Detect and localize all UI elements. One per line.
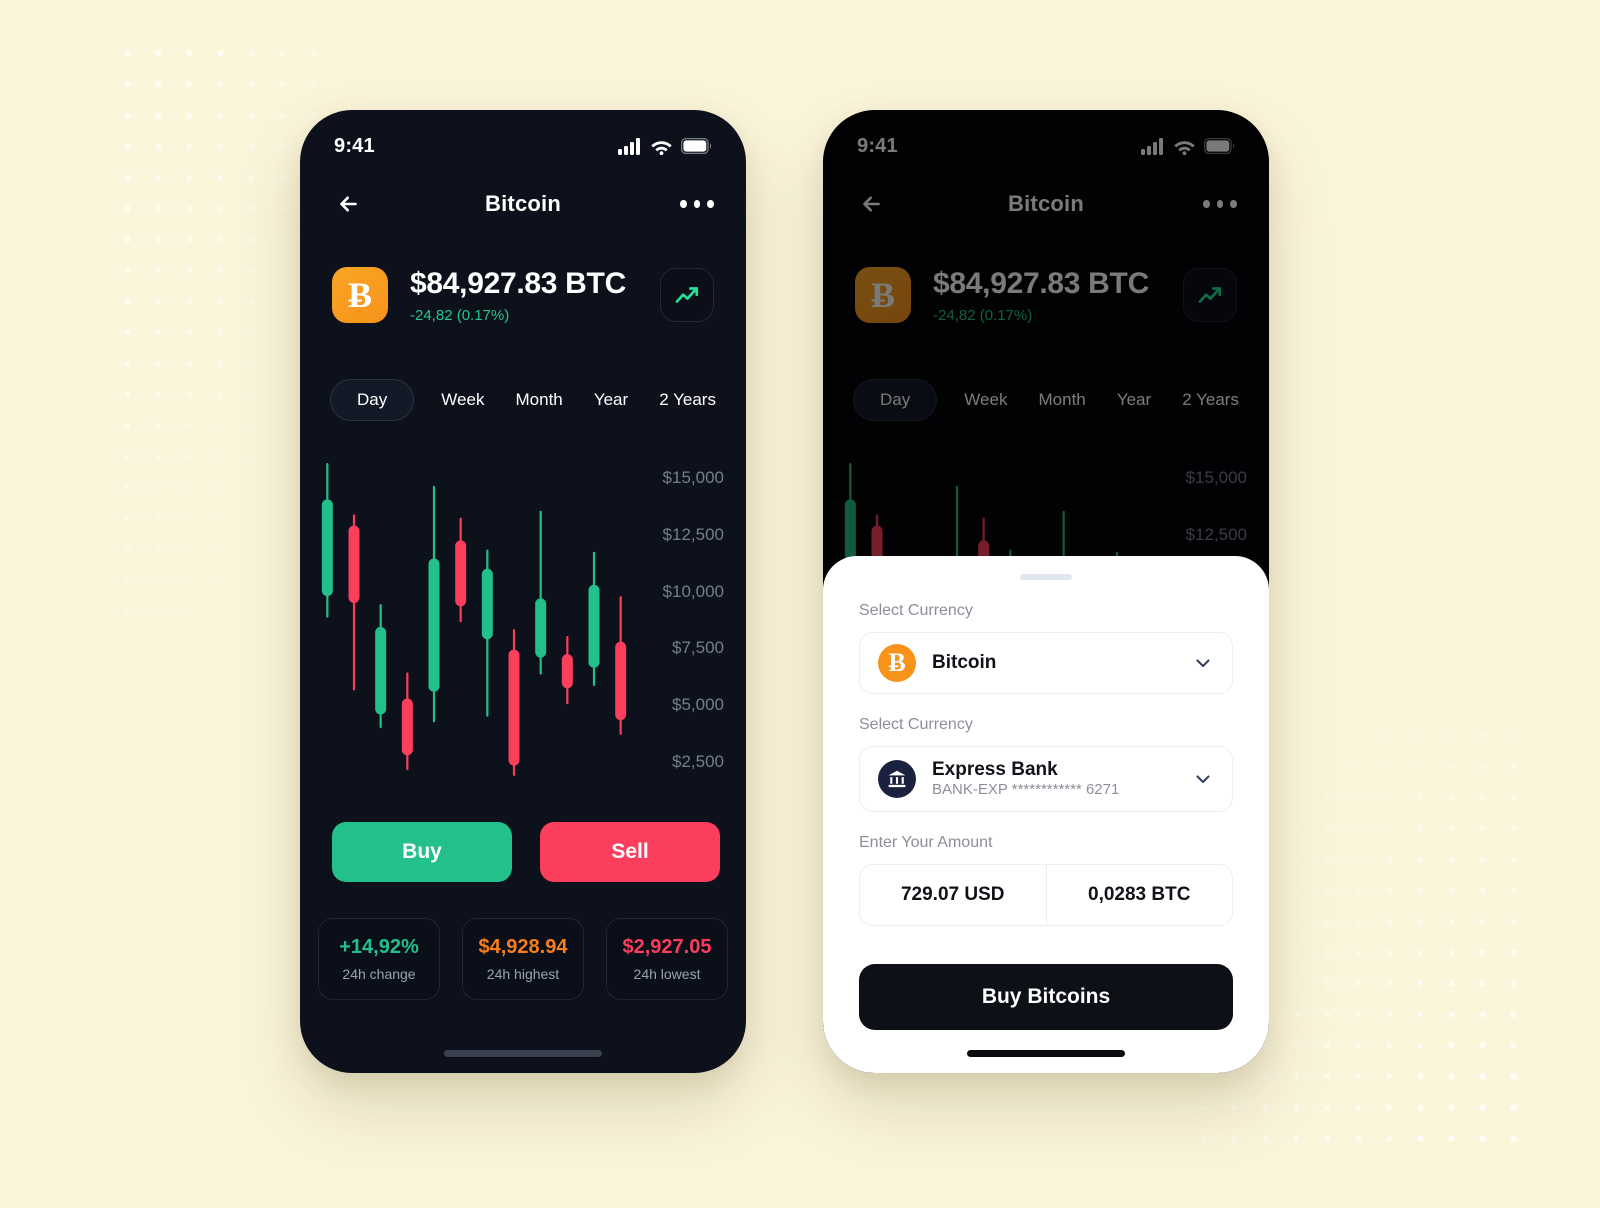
stats-cards: +14,92% 24h change $4,928.94 24h highest $2,… bbox=[318, 918, 728, 1000]
bank-field-label: Select Currency bbox=[859, 716, 973, 733]
bank-icon bbox=[878, 760, 916, 798]
trade-actions: Buy Sell bbox=[332, 822, 720, 882]
period-tab-day[interactable]: Day bbox=[330, 379, 415, 421]
status-icons bbox=[618, 137, 712, 155]
y-axis-tick: $7,500 bbox=[672, 638, 724, 658]
asset-change: -24,82 (0.17%) bbox=[410, 306, 510, 324]
asset-summary: Ƀ $84,927.83 BTC -24,82 (0.17%) bbox=[332, 255, 714, 335]
amount-usd-input[interactable]: 729.07 USD bbox=[860, 865, 1046, 925]
period-tab-year[interactable]: Year bbox=[590, 380, 632, 420]
currency-select-body: Bitcoin bbox=[932, 652, 1192, 674]
phone-buy-sheet-screen: 9:41 bbox=[823, 110, 1269, 1073]
sell-button[interactable]: Sell bbox=[540, 822, 720, 882]
chevron-down-icon bbox=[1196, 659, 1210, 668]
screen-content: 9:41 Bitcoin Ƀ $84,927.83 BTC -24,82 (0.… bbox=[300, 110, 746, 1073]
buy-bitcoins-button[interactable]: Buy Bitcoins bbox=[859, 964, 1233, 1030]
chart-y-axis-labels: $15,000 $12,500 $10,000 $7,500 $5,000 $2,500 bbox=[604, 455, 724, 785]
stat-card: +14,92% 24h change bbox=[318, 918, 440, 1000]
trending-up-button[interactable] bbox=[660, 268, 714, 322]
stat-label: 24h lowest bbox=[633, 966, 701, 982]
stat-card: $2,927.05 24h lowest bbox=[606, 918, 728, 1000]
bitcoin-icon: Ƀ bbox=[878, 644, 916, 682]
price-chart: $15,000 $12,500 $10,000 $7,500 $5,000 $2,500 bbox=[300, 455, 746, 785]
y-axis-tick: $2,500 bbox=[672, 752, 724, 772]
status-bar: 9:41 bbox=[300, 110, 746, 168]
bank-select-body: Express Bank BANK-EXP ************ 6271 bbox=[932, 759, 1192, 799]
stat-label: 24h highest bbox=[486, 966, 560, 982]
buy-bottom-sheet: Select Currency Ƀ Bitcoin Select Currenc… bbox=[823, 556, 1269, 1073]
stat-label: 24h change bbox=[342, 966, 416, 982]
period-tab-month[interactable]: Month bbox=[512, 380, 567, 420]
more-horizontal-icon[interactable] bbox=[679, 200, 714, 208]
y-axis-tick: $10,000 bbox=[662, 581, 724, 601]
buy-button[interactable]: Buy bbox=[332, 822, 512, 882]
amount-inputs: 729.07 USD 0,0283 BTC bbox=[859, 864, 1233, 926]
home-indicator bbox=[967, 1050, 1125, 1057]
amount-field-label: Enter Your Amount bbox=[859, 834, 993, 851]
y-axis-tick: $5,000 bbox=[672, 695, 724, 715]
asset-text: $84,927.83 BTC -24,82 (0.17%) bbox=[410, 267, 660, 324]
home-indicator bbox=[444, 1050, 602, 1057]
page-title: Bitcoin bbox=[485, 191, 561, 216]
currency-select[interactable]: Ƀ Bitcoin bbox=[859, 632, 1233, 694]
bank-select[interactable]: Express Bank BANK-EXP ************ 6271 bbox=[859, 746, 1233, 812]
currency-select-value: Bitcoin bbox=[932, 652, 997, 673]
battery-icon bbox=[681, 138, 712, 154]
candlestick-chart[interactable] bbox=[314, 455, 634, 785]
chevron-down-icon bbox=[1196, 775, 1210, 784]
bitcoin-logo: Ƀ bbox=[332, 267, 388, 323]
stat-card: $4,928.94 24h highest bbox=[462, 918, 584, 1000]
wifi-icon bbox=[651, 140, 672, 155]
screen-content-right: 9:41 bbox=[823, 110, 1269, 1073]
asset-price: $84,927.83 BTC bbox=[410, 266, 626, 300]
stat-value: $2,927.05 bbox=[622, 936, 712, 958]
period-tabs: Day Week Month Year 2 Years bbox=[330, 378, 720, 422]
sheet-drag-handle[interactable] bbox=[1020, 574, 1072, 580]
period-tab-2-years[interactable]: 2 Years bbox=[655, 380, 720, 420]
arrow-left-icon[interactable] bbox=[332, 187, 366, 221]
y-axis-tick: $12,500 bbox=[662, 524, 724, 544]
stat-value: +14,92% bbox=[339, 936, 419, 958]
amount-btc-input[interactable]: 0,0283 BTC bbox=[1045, 865, 1233, 925]
status-time: 9:41 bbox=[334, 134, 375, 157]
trending-up-icon bbox=[675, 287, 699, 303]
nav-bar: Bitcoin bbox=[300, 172, 746, 236]
stat-value: $4,928.94 bbox=[478, 936, 568, 958]
currency-field-label: Select Currency bbox=[859, 602, 973, 619]
bank-account-number: BANK-EXP ************ 6271 bbox=[932, 781, 1120, 798]
phone-detail-screen: 9:41 Bitcoin Ƀ $84,927.83 BTC -24,82 (0.… bbox=[300, 110, 746, 1073]
bank-select-value: Express Bank bbox=[932, 759, 1058, 780]
cellular-icon bbox=[618, 137, 640, 155]
period-tab-week[interactable]: Week bbox=[437, 380, 488, 420]
y-axis-tick: $15,000 bbox=[662, 467, 724, 487]
